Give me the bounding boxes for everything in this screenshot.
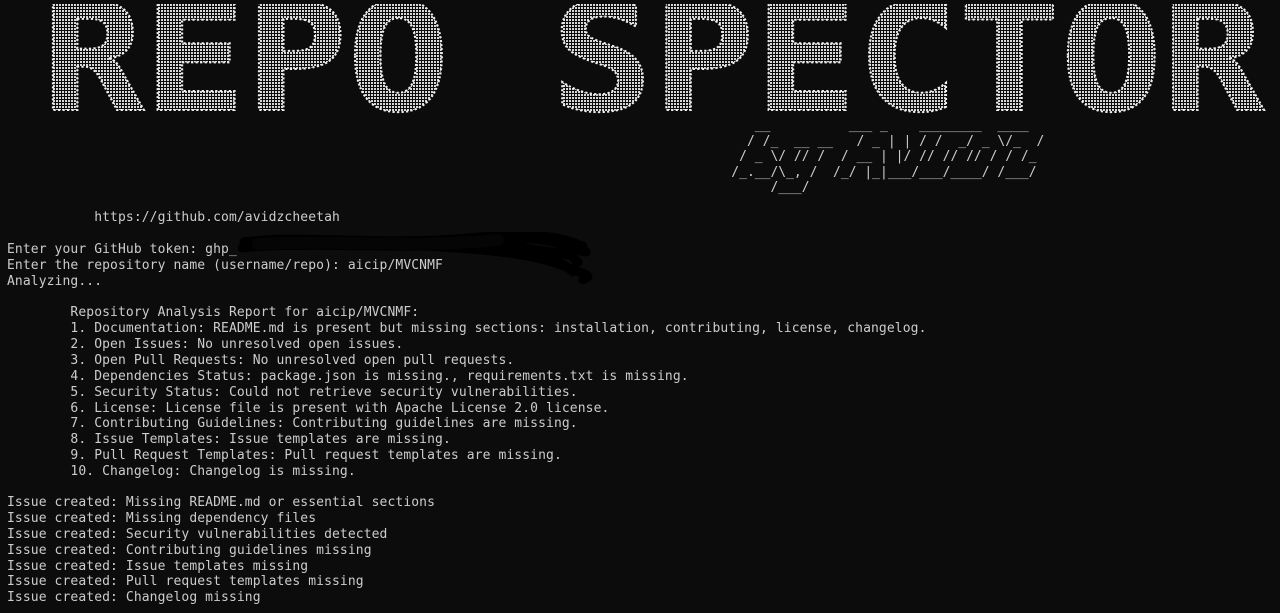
- banner-text: REPO SPECTOR: [42, 4, 1265, 118]
- byline-art-line: / /_ __ __ / _ | | / / _/ _ \/_ /: [700, 133, 1045, 149]
- report-item: 8. Issue Templates: Issue templates are …: [7, 432, 451, 447]
- report-item: 1. Documentation: README.md is present b…: [7, 321, 927, 336]
- report-item: 5. Security Status: Could not retrieve s…: [7, 385, 578, 400]
- report-item: 7. Contributing Guidelines: Contributing…: [7, 416, 578, 431]
- report-item: 9. Pull Request Templates: Pull request …: [7, 448, 562, 463]
- issue-line: Issue created: Changelog missing: [7, 590, 261, 605]
- banner-title: REPO SPECTOR: [38, 4, 1270, 118]
- byline-art-line: __ ___ _ ________ ____: [700, 118, 1029, 133]
- issue-line: Issue created: Missing README.md or esse…: [7, 495, 436, 510]
- byline-art-line: /_.__/\_, / /_/ |_|___/___/____/ /___/: [700, 164, 1037, 180]
- issue-line: Issue created: Contributing guidelines m…: [7, 543, 372, 558]
- analyzing-status: Analyzing...: [7, 274, 103, 289]
- issue-line: Issue created: Security vulnerabilities …: [7, 527, 388, 542]
- report-item: 6. License: License file is present with…: [7, 401, 610, 416]
- issue-line: Issue created: Pull request templates mi…: [7, 574, 364, 589]
- terminal-window[interactable]: REPO SPECTOR __ ___ _ ________ ____ / /_…: [0, 0, 1280, 613]
- byline-art-line: /___/: [700, 180, 810, 195]
- report-heading: Repository Analysis Report for aicip/MVC…: [7, 305, 420, 320]
- byline-art: __ ___ _ ________ ____ / /_ __ __ / _ | …: [700, 118, 1044, 196]
- token-prompt: Enter your GitHub token: ghp_: [7, 242, 237, 257]
- redaction-scribble: [237, 230, 593, 285]
- issue-line: Issue created: Missing dependency files: [7, 511, 317, 526]
- report-item: 3. Open Pull Requests: No unresolved ope…: [7, 353, 515, 368]
- byline-art-line: / _ \/ // / / __ | |/ // // // / / /_: [700, 149, 1037, 164]
- issue-line: Issue created: Issue templates missing: [7, 559, 309, 574]
- report-item: 4. Dependencies Status: package.json is …: [7, 369, 689, 384]
- report-item: 2. Open Issues: No unresolved open issue…: [7, 337, 404, 352]
- github-link[interactable]: https://github.com/avidzcheetah: [7, 210, 340, 226]
- report-item: 10. Changelog: Changelog is missing.: [7, 464, 356, 479]
